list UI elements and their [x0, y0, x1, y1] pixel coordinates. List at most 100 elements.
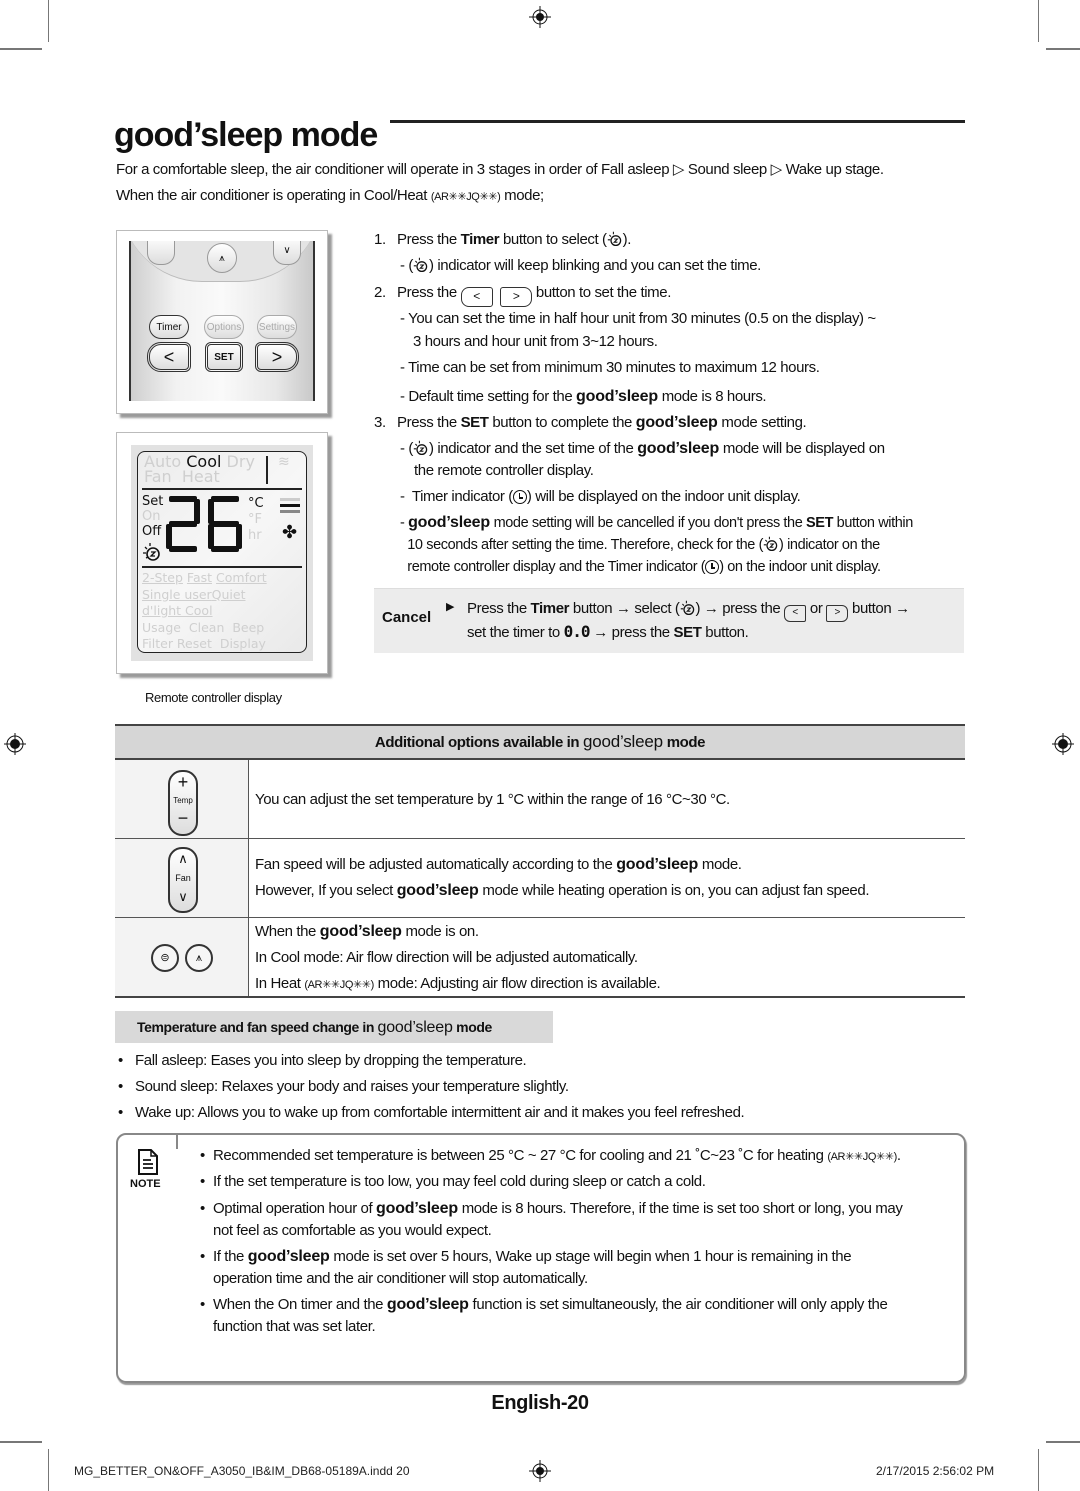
note-item: Optimal operation hour of good’sleep mod…: [200, 1198, 960, 1242]
note-icon: [138, 1149, 158, 1175]
right-button: >: [255, 342, 299, 372]
settings-button: Settings: [257, 315, 297, 339]
left-button: <: [147, 342, 191, 372]
arrow-right-icon: ▷: [672, 161, 685, 178]
remote-minus-button: [147, 241, 175, 265]
footer-file-name: MG_BETTER_ON&OFF_A3050_IB&IM_DB68-05189A…: [74, 1464, 410, 1478]
airflow-horizontal-icon: ⊜: [151, 944, 179, 972]
note-item: When the On timer and the good’sleep fun…: [200, 1294, 960, 1338]
options-row-airflow: ⊜ ⩚ When the good’sleep mode is on. In C…: [115, 918, 965, 998]
lcd-screen: Auto Cool Dry Fan Heat ≋ Set On Off °C °…: [137, 451, 307, 653]
step-1: 1. Press the Timer button to select ().: [374, 231, 632, 248]
timer-button: Timer: [149, 315, 189, 339]
fan-button-icon: ∧ Fan ∨: [168, 847, 198, 913]
registration-mark-icon: [1052, 733, 1074, 755]
registration-mark-icon: [529, 6, 551, 28]
step-3-note-1: - () indicator and the set time of the g…: [400, 440, 885, 457]
temp-button-icon: + Temp −: [168, 770, 198, 836]
step-3-note-1b: the remote controller display.: [414, 462, 594, 479]
model-code: (AR✳✳JQ✳✳): [430, 191, 501, 203]
lcd-options: 2-Step Fast Comfort Single userQuiet d'l…: [142, 570, 267, 651]
temp-digit-2: [166, 496, 200, 552]
right-button-icon: >: [826, 605, 849, 622]
crop-mark: [48, 0, 49, 42]
arrow-right-icon: ▷: [770, 161, 783, 178]
stage-sound-sleep: Sound sleep: [687, 161, 767, 178]
registration-mark-icon: [529, 1460, 551, 1482]
good-sleep-icon: [680, 600, 694, 616]
step-3-note-3: - good’sleep mode setting will be cancel…: [400, 514, 913, 575]
remote-display-image: Auto Cool Dry Fan Heat ≋ Set On Off °C °…: [116, 432, 328, 674]
good-sleep-icon: [763, 536, 778, 552]
step-2-note-1b: 3 hours and hour unit from 3~12 hours.: [413, 333, 658, 350]
step-3: 3. Press the SET button to complete the …: [374, 414, 807, 431]
intro-line-2: When the air conditioner is operating in…: [116, 187, 544, 204]
mode-heat: Heat: [181, 467, 220, 486]
label-set: Set: [142, 494, 164, 509]
crop-mark: [0, 48, 42, 50]
note-label: NOTE: [130, 1178, 161, 1190]
step-2-note-1: - You can set the time in half hour unit…: [400, 310, 876, 327]
crop-mark: [48, 1449, 49, 1491]
footer-timestamp: 2/17/2015 2:56:02 PM: [876, 1464, 995, 1478]
step-2: 2. Press the < > button to set the time.: [374, 283, 671, 307]
crop-mark: [0, 1441, 42, 1443]
temp-section-header: Temperature and fan speed change in good…: [115, 1011, 553, 1043]
good-sleep-icon: [413, 440, 428, 456]
timer-clock-icon: [512, 490, 527, 504]
note-item: Recommended set temperature is between 2…: [200, 1146, 960, 1167]
left-button-icon: <: [460, 287, 493, 307]
step-3-note-2: - Timer indicator () will be displayed o…: [400, 488, 801, 505]
chevron-down-icon: ∨: [273, 241, 301, 265]
stage-fall-asleep: Fall asleep: [601, 161, 670, 178]
note-item: If the good’sleep mode is set over 5 hou…: [200, 1246, 960, 1290]
title-rule: [390, 120, 965, 123]
timer-clock-icon: [705, 560, 720, 574]
airflow-icon: ⩚: [207, 243, 237, 273]
good-sleep-icon: [607, 231, 621, 247]
options-button: Options: [204, 315, 244, 339]
right-button-icon: >: [500, 287, 533, 307]
label-off: Off: [142, 524, 162, 539]
good-sleep-icon: [413, 257, 428, 273]
set-button: SET: [205, 342, 243, 372]
timer-zero-display: 0.0: [563, 622, 591, 641]
options-row-temp: + Temp − You can adjust the set temperat…: [115, 760, 965, 839]
remote-display-caption: Remote controller display: [145, 690, 282, 705]
page-title: good’sleep mode: [114, 116, 378, 154]
mode-fan: Fan: [144, 467, 172, 486]
unit-fahrenheit: °F: [248, 512, 262, 527]
label-on: On: [142, 509, 161, 524]
intro-line-1: For a comfortable sleep, the air conditi…: [116, 161, 884, 178]
good-sleep-icon: [143, 543, 160, 561]
fan-level-bars: [280, 498, 300, 513]
left-button-icon: <: [784, 605, 807, 622]
list-item: Wake up: Allows you to wake up from comf…: [118, 1103, 745, 1123]
cancel-instructions: Cancel ▶ Press the Timer button → select…: [374, 588, 964, 653]
fan-icon: ✤: [282, 522, 298, 543]
crop-mark: [1046, 48, 1080, 50]
temp-digit-6: [208, 496, 242, 552]
note-item: If the set temperature is too low, you m…: [200, 1172, 960, 1192]
page-number: English-20: [491, 1392, 589, 1414]
step-2-note-2: - Time can be set from minimum 30 minute…: [400, 359, 820, 376]
crop-mark: [1046, 1441, 1080, 1443]
unit-celsius: °C: [248, 496, 264, 511]
wifi-icon: ≋: [278, 454, 290, 470]
crop-mark: [1038, 0, 1039, 42]
unit-hour: hr: [248, 528, 262, 543]
remote-control-image: ⩚ ∨ Timer Options Settings < SET >: [116, 230, 328, 414]
airflow-vertical-icon: ⩚: [185, 944, 213, 972]
step-1-note: - () indicator will keep blinking and yo…: [400, 257, 761, 274]
triangle-right-icon: ▶: [446, 601, 455, 613]
options-table-header: Additional options available in good’sle…: [115, 724, 965, 760]
registration-mark-icon: [4, 733, 26, 755]
crop-mark: [1038, 1449, 1039, 1491]
options-table: Additional options available in good’sle…: [115, 724, 965, 998]
stage-wake-up: Wake up stage.: [785, 161, 884, 178]
cancel-label: Cancel: [382, 609, 432, 626]
options-row-fan: ∧ Fan ∨ Fan speed will be adjusted autom…: [115, 839, 965, 918]
list-item: Sound sleep: Relaxes your body and raise…: [118, 1077, 569, 1097]
mode-dry: Dry: [226, 452, 255, 471]
step-2-note-3: - Default time setting for the good’slee…: [400, 388, 767, 405]
